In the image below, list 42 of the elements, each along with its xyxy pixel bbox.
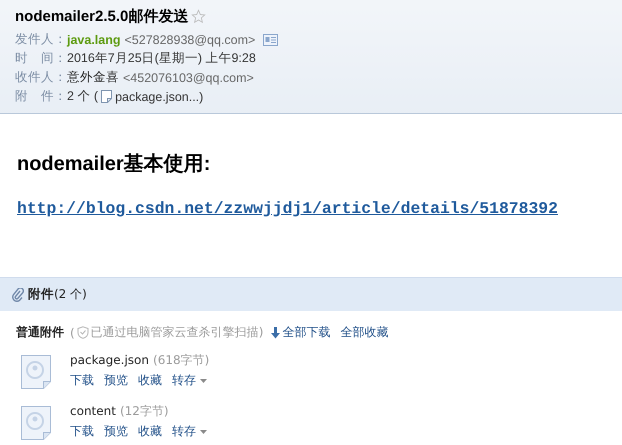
scan-note: 已通过电脑管家云查杀引擎扫描) bbox=[90, 324, 264, 341]
sender-address: <527828938@qq.com> bbox=[124, 32, 256, 46]
file-action-link[interactable]: 下载 bbox=[70, 423, 94, 440]
file-icon bbox=[20, 354, 52, 390]
shield-icon bbox=[76, 326, 89, 339]
caret-icon bbox=[200, 378, 207, 382]
star-icon[interactable] bbox=[191, 8, 206, 24]
field-label: 附 件： bbox=[15, 88, 67, 105]
file-icon bbox=[20, 405, 52, 441]
file-action-link[interactable]: 收藏 bbox=[138, 423, 162, 440]
file-action-link[interactable]: 下载 bbox=[70, 372, 94, 389]
attachment-count: 2 个 ( bbox=[67, 88, 98, 105]
paperclip-icon bbox=[12, 288, 24, 302]
file-action-link[interactable]: 预览 bbox=[104, 423, 128, 440]
group-label: 普通附件 bbox=[16, 324, 64, 341]
email-subject: nodemailer2.5.0邮件发送 bbox=[15, 6, 188, 26]
content-heading: nodemailer基本使用: bbox=[17, 152, 212, 177]
file-icon bbox=[101, 90, 112, 103]
download-icon bbox=[271, 326, 280, 338]
file-name[interactable]: package.json bbox=[70, 353, 150, 367]
recipient-address: <452076103@qq.com> bbox=[123, 70, 254, 84]
file-size: (618字节) bbox=[153, 353, 210, 367]
contact-card-icon[interactable] bbox=[263, 34, 278, 46]
field-label: 收件人： bbox=[15, 69, 67, 86]
attachment-title: 附件 bbox=[28, 286, 54, 303]
file-action-link[interactable]: 预览 bbox=[104, 372, 128, 389]
article-link[interactable]: http://blog.csdn.net/zzwwjjdj1/article/details/51878392 bbox=[17, 199, 558, 218]
caret-icon bbox=[200, 430, 207, 434]
file-name[interactable]: content bbox=[70, 404, 116, 418]
file-action-link[interactable]: 转存 bbox=[172, 372, 207, 389]
field-label: 发件人： bbox=[15, 31, 67, 46]
file-size: (12字节) bbox=[120, 404, 169, 418]
scan-paren: ( bbox=[70, 326, 75, 340]
file-action-link[interactable]: 收藏 bbox=[138, 372, 162, 389]
recipient-name[interactable]: 意外金喜 bbox=[67, 69, 119, 86]
attachment-link[interactable]: package.json...) bbox=[115, 90, 204, 104]
sent-time: 2016年7月25日(星期一) 上午9:28 bbox=[67, 50, 256, 67]
file-action-link[interactable]: 转存 bbox=[172, 423, 207, 440]
download-all-link[interactable]: 全部下载 bbox=[271, 324, 330, 341]
field-label: 时 间： bbox=[15, 50, 67, 67]
attachment-total: (2 个) bbox=[54, 286, 87, 303]
save-all-link[interactable]: 全部收藏 bbox=[340, 324, 388, 341]
